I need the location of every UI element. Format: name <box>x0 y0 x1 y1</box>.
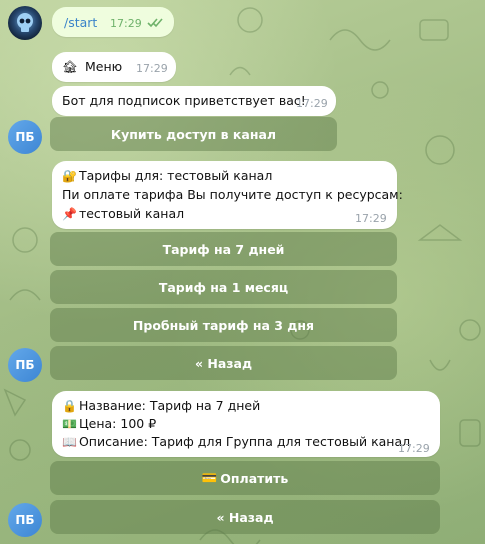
start-message[interactable]: /start 17:29 <box>52 7 174 37</box>
tariffs-channel: тестовый канал <box>78 206 185 221</box>
trial-tariff-button[interactable]: Пробный тариф на 3 дня <box>50 308 397 342</box>
back-button[interactable]: « Назад <box>50 346 397 380</box>
start-message-time: 17:29 <box>110 17 142 30</box>
read-checkmarks-icon <box>147 18 163 28</box>
bot-avatar[interactable]: ПБ <box>8 503 42 537</box>
details-price: Цена: 100 ₽ <box>78 416 157 431</box>
menu-message[interactable]: 🏚 Меню 17:29 <box>52 52 176 82</box>
details-name: Название: Тариф на 7 дней <box>78 398 261 413</box>
details-line-1: 🔒 Название: Тариф на 7 дней <box>62 396 260 416</box>
pay-button[interactable]: 💳 Оплатить <box>50 461 440 495</box>
greeting-message-time: 17:29 <box>296 97 328 110</box>
user-avatar[interactable] <box>8 6 42 40</box>
tariffs-line-2: Пи оплате тарифа Вы получите доступ к ре… <box>62 187 403 202</box>
credit-card-icon: 💳 <box>201 470 218 485</box>
start-message-text: /start <box>64 15 98 30</box>
greeting-message-text: Бот для подписок приветствует вас! <box>62 93 306 108</box>
pay-button-label: Оплатить <box>220 470 289 486</box>
menu-message-time: 17:29 <box>136 62 168 75</box>
details-description: Описание: Тариф для Группа для тестовый … <box>78 434 411 449</box>
tariff-7-days-button[interactable]: Тариф на 7 дней <box>50 232 397 266</box>
tariffs-message[interactable]: 🔐 Тарифы для: тестовый канал Пи оплате та… <box>52 161 403 229</box>
skull-icon <box>17 13 33 32</box>
greeting-message[interactable]: Бот для подписок приветствует вас! 17:29 <box>52 86 336 116</box>
tariffs-title: Тарифы для: тестовый канал <box>78 168 273 183</box>
house-icon: 🏚 <box>62 59 78 74</box>
details-line-3: 📖 Описание: Тариф для Группа для тестовый… <box>62 432 410 452</box>
lock-key-icon: 🔐 <box>62 169 77 183</box>
pushpin-icon: 📌 <box>62 207 77 221</box>
tariffs-line-3: 📌 тестовый канал <box>62 204 184 224</box>
back-button[interactable]: « Назад <box>50 500 440 534</box>
tariff-1-month-button[interactable]: Тариф на 1 месяц <box>50 270 397 304</box>
bot-avatar[interactable]: ПБ <box>8 348 42 382</box>
details-message-time: 17:29 <box>398 442 430 455</box>
tariffs-message-time: 17:29 <box>355 212 387 225</box>
menu-message-text: Меню <box>85 59 123 74</box>
tariff-details-message[interactable]: 🔒 Название: Тариф на 7 дней 💵 Цена: 100 ₽ … <box>52 391 440 457</box>
bot-avatar[interactable]: ПБ <box>8 120 42 154</box>
tariffs-line-1: 🔐 Тарифы для: тестовый канал <box>62 166 272 186</box>
details-line-2: 💵 Цена: 100 ₽ <box>62 414 156 434</box>
buy-access-button[interactable]: Купить доступ в канал <box>50 117 337 151</box>
book-icon: 📖 <box>62 435 77 449</box>
